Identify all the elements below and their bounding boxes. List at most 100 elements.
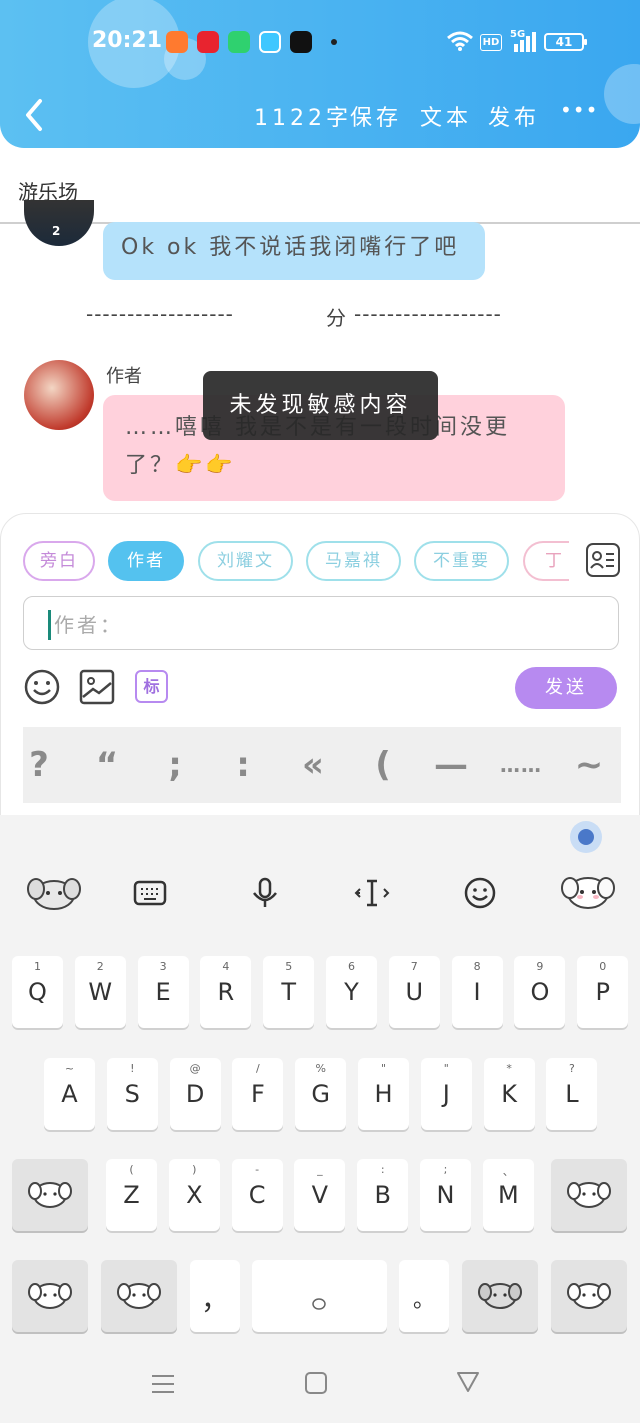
key-hint: 3 (159, 960, 167, 973)
tag-button[interactable]: 标 (135, 670, 168, 703)
key-z[interactable]: (Z (106, 1159, 157, 1231)
key-n[interactable]: ; N (420, 1159, 471, 1231)
key-hint: 5 (285, 960, 293, 973)
key-label: Q (28, 978, 47, 1006)
punct-key[interactable]: “ (77, 727, 137, 803)
role-chip-active[interactable]: 作者 (108, 541, 184, 581)
role-chip[interactable]: 刘耀文 (198, 541, 293, 581)
key-label: G (311, 1080, 330, 1108)
period-key[interactable]: 。 (399, 1260, 449, 1332)
key-f[interactable]: / F (232, 1058, 284, 1130)
key-l[interactable]: ? L (546, 1058, 598, 1130)
key-label: A (61, 1080, 78, 1108)
key-hint: : (380, 1163, 385, 1176)
save-button[interactable]: 保存 (350, 100, 402, 132)
text-button[interactable]: 文本 (420, 100, 472, 132)
key-a[interactable]: ~ A (44, 1058, 95, 1130)
emoji-sticker-key[interactable] (462, 1260, 538, 1332)
key-o[interactable]: 9O (514, 956, 566, 1028)
back-nav-icon[interactable] (456, 1371, 480, 1393)
key-d[interactable]: @ D (169, 1058, 221, 1130)
microphone-icon[interactable] (245, 873, 285, 913)
punct-key[interactable]: ? (9, 727, 69, 803)
key-hint: ? (568, 1062, 575, 1075)
key-hint: 8 (473, 960, 481, 973)
key-w[interactable]: 2W (74, 956, 126, 1028)
key-r[interactable]: 4R (200, 956, 252, 1028)
key-i[interactable]: 8I (451, 956, 503, 1028)
key-x[interactable]: ) X (168, 1159, 220, 1231)
key-h[interactable]: " H (358, 1058, 409, 1130)
text-cursor (48, 610, 51, 640)
contacts-icon[interactable] (585, 542, 621, 578)
punct-key[interactable]: ( (353, 727, 413, 803)
chat-bubble[interactable]: Ok ok 我不说话我闭嘴行了吧 (103, 222, 485, 280)
send-button[interactable]: 发送 (515, 667, 617, 709)
key-label: Y (344, 978, 359, 1006)
language-sticker-key[interactable] (101, 1260, 177, 1332)
back-icon[interactable] (20, 95, 48, 135)
key-c[interactable]: -C (231, 1159, 283, 1231)
emoji-icon[interactable] (23, 668, 61, 706)
key-u[interactable]: 7U (388, 956, 440, 1028)
key-m[interactable]: 、 M (482, 1159, 534, 1231)
more-options-button[interactable]: ••• (560, 98, 598, 122)
key-b[interactable]: :B (357, 1159, 409, 1231)
elephant-sticker-icon[interactable] (558, 863, 618, 923)
divider-line-left: ------------------ (86, 302, 234, 326)
key-y[interactable]: 6Y (326, 956, 377, 1028)
key-s[interactable]: ! S (106, 1058, 158, 1130)
elephant-sticker-icon[interactable] (24, 863, 84, 923)
role-chip[interactable]: 旁白 (23, 541, 95, 581)
shift-sticker-key[interactable] (12, 1159, 88, 1231)
key-j[interactable]: " J (420, 1058, 472, 1130)
key-v[interactable]: _ V (294, 1159, 346, 1231)
key-t[interactable]: 5T (263, 956, 315, 1028)
home-nav-icon[interactable] (304, 1371, 328, 1395)
key-p[interactable]: 0P (577, 956, 629, 1028)
menu-nav-icon[interactable] (150, 1371, 176, 1397)
app-icon-search (259, 31, 281, 53)
role-chip[interactable]: 马嘉祺 (306, 541, 401, 581)
key-label: U (405, 978, 424, 1006)
key-hint: ( (129, 1163, 134, 1176)
parrot-mascot-icon[interactable] (570, 821, 602, 853)
key-hint: ) (192, 1163, 197, 1176)
text-cursor-icon[interactable] (352, 873, 392, 913)
punct-key[interactable]: ~ (559, 727, 619, 803)
key-k[interactable]: * K (483, 1058, 535, 1130)
key-label: L (565, 1080, 579, 1108)
punctuation-bar: ? “ ; : « ( — …… ~ (23, 727, 621, 803)
punct-key[interactable]: …… (491, 727, 551, 803)
key-label: O (530, 978, 550, 1006)
image-icon[interactable] (79, 669, 115, 705)
author-avatar[interactable] (24, 360, 94, 430)
punct-key[interactable]: — (421, 727, 481, 803)
emoji-icon[interactable] (460, 873, 500, 913)
role-chip[interactable]: 不重要 (414, 541, 509, 581)
role-chip[interactable]: 丁程 (523, 541, 569, 581)
symbols-sticker-key[interactable] (12, 1260, 88, 1332)
app-icon-tiktok (290, 31, 312, 53)
avatar[interactable]: 2 (24, 200, 94, 246)
enter-sticker-key[interactable] (551, 1260, 627, 1332)
publish-button[interactable]: 发布 (488, 100, 540, 132)
key-label: S (124, 1080, 140, 1108)
punct-key[interactable]: ; (145, 727, 205, 803)
key-g[interactable]: % G (295, 1058, 347, 1130)
space-key[interactable] (252, 1260, 387, 1332)
key-label: B (374, 1181, 391, 1209)
key-q[interactable]: 1Q (12, 956, 63, 1028)
key-label: J (442, 1080, 450, 1108)
punct-key[interactable]: : (213, 727, 273, 803)
message-input[interactable]: 作者： (23, 596, 619, 650)
punct-key[interactable]: « (283, 727, 343, 803)
key-e[interactable]: 3E (137, 956, 189, 1028)
keyboard-icon[interactable] (130, 873, 170, 913)
composer-panel: 旁白 作者 刘耀文 马嘉祺 不重要 丁程 作者： 标 发送 ? “ ; : « … (0, 513, 640, 823)
key-label: D (185, 1080, 205, 1108)
key-hint: " (443, 1062, 449, 1075)
backspace-sticker-key[interactable] (551, 1159, 627, 1231)
comma-key[interactable]: ， (190, 1260, 240, 1332)
key-label: Z (123, 1181, 140, 1209)
